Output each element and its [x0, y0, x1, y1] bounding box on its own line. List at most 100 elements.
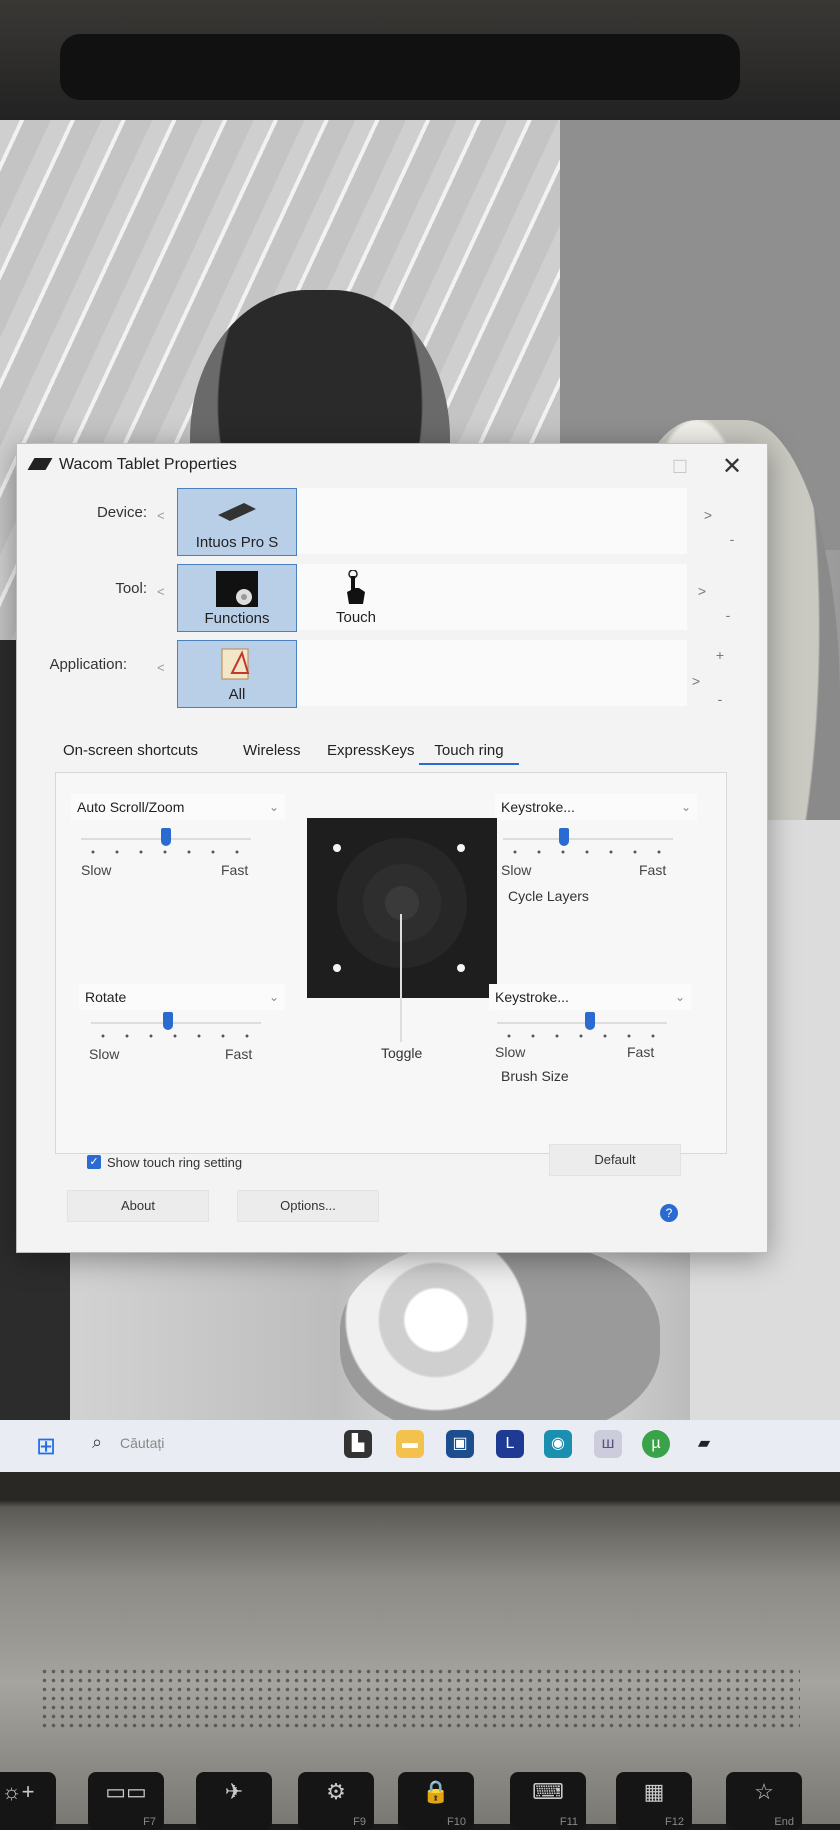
device-strip: Intuos Pro S [177, 488, 687, 556]
tab-bar: On-screen shortcuts Wireless ExpressKeys… [55, 738, 755, 768]
maximize-button[interactable]: ☐ [665, 452, 695, 482]
calculator-icon: ▦ [643, 1779, 665, 1804]
application-item-all[interactable]: All [177, 640, 297, 708]
wacom-properties-dialog: Wacom Tablet Properties ☐ ✕ Device: < In… [16, 443, 768, 1253]
slider-thumb[interactable] [161, 828, 171, 846]
tool-item-label: Touch [335, 609, 377, 626]
default-button[interactable]: Default [549, 1144, 681, 1176]
touch-ring-icon [337, 838, 467, 968]
ring-led-bottom-right [457, 964, 465, 972]
device-item-label: Intuos Pro S [195, 534, 279, 551]
top-right-speed-slider[interactable] [503, 828, 673, 854]
help-icon[interactable]: ? [660, 1204, 678, 1222]
top-left-slow-label: Slow [81, 862, 112, 878]
slider-thumb[interactable] [585, 1012, 595, 1030]
keyboard-key: ▦ F12 [616, 1772, 692, 1830]
wacom-taskbar-icon[interactable]: ▰ [690, 1430, 718, 1458]
toggle-leader-line [400, 914, 402, 1042]
chevron-down-icon: ⌄ [268, 800, 279, 814]
bottom-right-speed-slider[interactable] [497, 1012, 667, 1038]
slider-thumb[interactable] [163, 1012, 173, 1030]
tablet-icon [218, 503, 256, 521]
application-remove-button[interactable]: - [709, 688, 731, 710]
top-right-fast-label: Fast [639, 862, 667, 878]
top-right-function-value: Keystroke... [501, 799, 575, 815]
options-button[interactable]: Options... [237, 1190, 379, 1222]
bottom-right-function-dropdown[interactable]: Keystroke... ⌄ [489, 984, 691, 1010]
top-right-slow-label: Slow [501, 862, 532, 878]
taskbar-app-icon[interactable]: L [496, 1430, 524, 1458]
bottom-left-slow-label: Slow [89, 1046, 120, 1062]
tool-item-touch[interactable]: Touch [297, 564, 415, 630]
taskbar-app-icon[interactable]: ◉ [544, 1430, 572, 1458]
top-left-speed-slider[interactable] [81, 828, 251, 854]
device-label: Device: [96, 504, 147, 521]
slider-track [503, 838, 673, 840]
tool-remove-button[interactable]: - [717, 604, 739, 626]
touch-ring-preview [307, 818, 497, 998]
ring-led-top-left [333, 844, 341, 852]
tool-item-functions[interactable]: Functions [177, 564, 297, 632]
file-explorer-icon[interactable]: ▬ [396, 1430, 424, 1458]
slider-track [497, 1022, 667, 1024]
chevron-down-icon: ⌄ [680, 800, 691, 814]
torrent-icon[interactable]: µ [642, 1430, 670, 1458]
slider-ticks [81, 850, 251, 854]
laptop-top-bezel [0, 0, 840, 120]
webcam-strip [60, 34, 740, 100]
taskbar-search-placeholder[interactable]: Căutați [120, 1435, 164, 1451]
show-setting-checkbox[interactable]: ✓ [87, 1155, 101, 1169]
bottom-left-fast-label: Fast [225, 1046, 253, 1062]
application-prev-arrow[interactable]: < [157, 660, 165, 675]
taskbar-app-icon[interactable]: ▙ [344, 1430, 372, 1458]
slider-thumb[interactable] [559, 828, 569, 846]
device-next-arrow[interactable]: > [697, 504, 719, 526]
close-button[interactable]: ✕ [717, 452, 747, 482]
functions-icon [216, 571, 258, 607]
laptop-body: ☼+ ▭▭ F7 ✈ ⚙ F9 🔒 F10 ⌨ F11 ▦ F12 ☆ End [0, 1472, 840, 1830]
application-next-arrow[interactable]: > [685, 670, 707, 692]
wallpaper-bouquet [340, 1240, 660, 1440]
keyboard-key: ⚙ F9 [298, 1772, 374, 1830]
keyboard-key: 🔒 F10 [398, 1772, 474, 1830]
top-left-function-dropdown[interactable]: Auto Scroll/Zoom ⌄ [71, 794, 285, 820]
tool-prev-arrow[interactable]: < [157, 584, 165, 599]
application-strip: All [177, 640, 687, 708]
windows-start-icon[interactable]: ⊞ [36, 1434, 62, 1460]
chevron-down-icon: ⌄ [268, 990, 279, 1004]
tab-touch-ring[interactable]: Touch ring [419, 738, 519, 765]
all-applications-icon [221, 648, 250, 680]
tool-strip: Functions Touch [177, 564, 687, 632]
taskbar-app-icon[interactable]: ш [594, 1430, 622, 1458]
keyboard-key: ☆ End [726, 1772, 802, 1830]
top-right-function-dropdown[interactable]: Keystroke... ⌄ [495, 794, 697, 820]
search-icon[interactable]: ⌕ [92, 1432, 102, 1453]
top-left-fast-label: Fast [221, 862, 249, 878]
application-add-button[interactable]: + [709, 644, 731, 666]
tool-next-arrow[interactable]: > [691, 580, 713, 602]
bottom-left-function-dropdown[interactable]: Rotate ⌄ [79, 984, 285, 1010]
bottom-right-slow-label: Slow [495, 1044, 526, 1060]
touch-hand-icon [347, 570, 365, 604]
bottom-right-function-value: Keystroke... [495, 989, 569, 1005]
keyboard-key: ▭▭ F7 [88, 1772, 164, 1830]
about-button[interactable]: About [67, 1190, 209, 1222]
chevron-down-icon: ⌄ [674, 990, 685, 1004]
tool-label: Tool: [115, 580, 147, 597]
tab-on-screen-shortcuts[interactable]: On-screen shortcuts [63, 738, 198, 763]
tab-wireless[interactable]: Wireless [243, 738, 301, 763]
tab-expresskeys[interactable]: ExpressKeys [327, 738, 415, 763]
keyboard-key: ⌨ F11 [510, 1772, 586, 1830]
device-prev-arrow[interactable]: < [157, 508, 165, 523]
top-left-function-value: Auto Scroll/Zoom [77, 799, 185, 815]
display-icon: ▭▭ [105, 1779, 147, 1804]
device-item-intuos[interactable]: Intuos Pro S [177, 488, 297, 556]
application-item-label: All [228, 686, 246, 703]
taskbar-app-icon[interactable]: ▣ [446, 1430, 474, 1458]
ring-led-top-right [457, 844, 465, 852]
device-remove-button[interactable]: - [721, 528, 743, 550]
settings-icon: ⚙ [326, 1779, 346, 1804]
bottom-left-speed-slider[interactable] [91, 1012, 261, 1038]
slider-ticks [497, 1034, 667, 1038]
window-title: Wacom Tablet Properties [59, 456, 237, 473]
